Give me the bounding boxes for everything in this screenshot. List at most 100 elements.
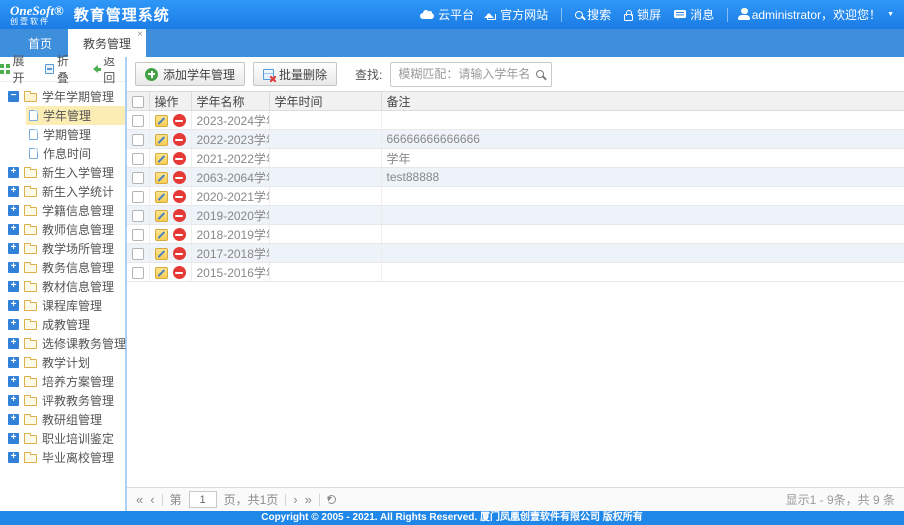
row-checkbox[interactable]: [132, 115, 144, 127]
next-page-button[interactable]: ›: [293, 493, 297, 506]
sidebar-item-teacher-info-mgmt[interactable]: + 教师信息管理: [0, 220, 125, 239]
table-row[interactable]: 2019-2020学年: [127, 206, 904, 225]
delete-icon[interactable]: [173, 152, 186, 165]
expand-icon[interactable]: +: [8, 414, 19, 425]
menu-item-lock-screen[interactable]: 锁屏: [624, 6, 661, 23]
add-school-year-button[interactable]: 添加学年管理: [135, 62, 245, 86]
expand-icon[interactable]: +: [8, 167, 19, 178]
close-icon[interactable]: ×: [137, 30, 143, 40]
expand-icon[interactable]: +: [8, 262, 19, 273]
row-checkbox[interactable]: [132, 248, 144, 260]
edit-icon[interactable]: [155, 172, 168, 184]
table-row[interactable]: 2020-2021学年: [127, 187, 904, 206]
sidebar-item-course-library-mgmt[interactable]: + 课程库管理: [0, 296, 125, 315]
app-logo[interactable]: OneSoft® 创壹软件: [10, 4, 64, 26]
remark-cell: [381, 187, 904, 206]
edit-icon[interactable]: [155, 134, 168, 146]
edit-icon[interactable]: [155, 248, 168, 260]
collapse-all-button[interactable]: 折叠: [45, 52, 79, 86]
page-number-input[interactable]: [189, 491, 217, 508]
sidebar-item-daily-schedule[interactable]: 作息时间: [26, 144, 125, 163]
expand-icon[interactable]: +: [8, 433, 19, 444]
expand-icon[interactable]: +: [8, 376, 19, 387]
back-button[interactable]: 返回: [89, 52, 125, 86]
sidebar-item-academic-info-mgmt[interactable]: + 教务信息管理: [0, 258, 125, 277]
sidebar-item-training-program-mgmt[interactable]: + 培养方案管理: [0, 372, 125, 391]
delete-icon[interactable]: [173, 247, 186, 260]
pagination-bar: « ‹ 第 页，共1页 › » 显示1 - 9条，共 9 条: [127, 487, 904, 511]
delete-icon[interactable]: [173, 171, 186, 184]
sidebar-item-freshman-enroll-stats[interactable]: + 新生入学统计: [0, 182, 125, 201]
table-row[interactable]: 2015-2016学年: [127, 263, 904, 282]
row-checkbox[interactable]: [132, 134, 144, 146]
row-checkbox[interactable]: [132, 229, 144, 241]
batch-delete-button[interactable]: 批量删除: [253, 62, 337, 86]
expand-all-button[interactable]: 展开: [0, 52, 34, 86]
folder-icon: [24, 302, 37, 311]
menu-item-search[interactable]: 搜索: [575, 6, 611, 23]
row-checkbox[interactable]: [132, 153, 144, 165]
expand-icon[interactable]: +: [8, 186, 19, 197]
edit-icon[interactable]: [155, 210, 168, 222]
expand-icon[interactable]: +: [8, 205, 19, 216]
user-menu[interactable]: administrator，欢迎您！ ▼: [741, 6, 894, 23]
table-row[interactable]: 2018-2019学年: [127, 225, 904, 244]
expand-icon[interactable]: +: [8, 357, 19, 368]
expand-icon[interactable]: +: [8, 338, 19, 349]
edit-icon[interactable]: [155, 229, 168, 241]
sidebar-item-teaching-plan[interactable]: + 教学计划: [0, 353, 125, 372]
menu-item-official-site[interactable]: 官方网站: [487, 6, 548, 23]
edit-icon[interactable]: [155, 115, 168, 127]
sidebar-item-graduation-mgmt[interactable]: + 毕业离校管理: [0, 448, 125, 467]
table-row[interactable]: 2063-2064学年 test88888: [127, 168, 904, 187]
sidebar-item-student-status-mgmt[interactable]: + 学籍信息管理: [0, 201, 125, 220]
last-page-button[interactable]: »: [305, 493, 312, 506]
refresh-icon[interactable]: [327, 495, 336, 504]
prev-page-button[interactable]: ‹: [150, 493, 154, 506]
sidebar-item-year-mgmt[interactable]: 学年管理: [26, 106, 125, 125]
table-row[interactable]: 2022-2023学年 66666666666666: [127, 130, 904, 149]
delete-icon[interactable]: [173, 209, 186, 222]
row-checkbox[interactable]: [132, 172, 144, 184]
search-input[interactable]: [398, 67, 531, 81]
delete-icon[interactable]: [173, 266, 186, 279]
sidebar-item-vocational-training[interactable]: + 职业培训鉴定: [0, 429, 125, 448]
sidebar-item-textbook-info-mgmt[interactable]: + 教材信息管理: [0, 277, 125, 296]
sidebar-item-teaching-place-mgmt[interactable]: + 教学场所管理: [0, 239, 125, 258]
tab-academic-affairs[interactable]: 教务管理 ×: [68, 29, 146, 57]
expand-icon[interactable]: +: [8, 281, 19, 292]
row-checkbox[interactable]: [132, 210, 144, 222]
table-row[interactable]: 2023-2024学年: [127, 111, 904, 130]
expand-icon[interactable]: +: [8, 395, 19, 406]
delete-icon[interactable]: [173, 190, 186, 203]
search-icon[interactable]: [536, 70, 544, 78]
menu-item-messages[interactable]: 消息: [674, 6, 714, 23]
edit-icon[interactable]: [155, 153, 168, 165]
delete-icon[interactable]: [173, 133, 186, 146]
row-checkbox[interactable]: [132, 191, 144, 203]
expand-icon[interactable]: +: [8, 224, 19, 235]
edit-icon[interactable]: [155, 267, 168, 279]
sidebar-item-eval-affairs-mgmt[interactable]: + 评教教务管理: [0, 391, 125, 410]
menu-item-cloud[interactable]: 云平台: [420, 6, 474, 23]
plus-circle-icon: [145, 68, 158, 81]
delete-icon[interactable]: [173, 228, 186, 241]
expand-icon[interactable]: +: [8, 319, 19, 330]
expand-icon[interactable]: +: [8, 452, 19, 463]
edit-icon[interactable]: [155, 191, 168, 203]
sidebar-item-teaching-group-mgmt[interactable]: + 教研组管理: [0, 410, 125, 429]
table-row[interactable]: 2017-2018学年: [127, 244, 904, 263]
first-page-button[interactable]: «: [136, 493, 143, 506]
sidebar-item-elective-affairs-mgmt[interactable]: + 选修课教务管理: [0, 334, 125, 353]
sidebar-item-term-mgmt[interactable]: 学期管理: [26, 125, 125, 144]
row-checkbox[interactable]: [132, 267, 144, 279]
sidebar-item-year-term-mgmt[interactable]: − 学年学期管理: [0, 87, 125, 106]
expand-icon[interactable]: +: [8, 300, 19, 311]
collapse-icon[interactable]: −: [8, 91, 19, 102]
expand-icon[interactable]: +: [8, 243, 19, 254]
table-row[interactable]: 2021-2022学年 学年: [127, 149, 904, 168]
select-all-checkbox[interactable]: [132, 96, 144, 108]
delete-icon[interactable]: [173, 114, 186, 127]
sidebar-item-adult-edu-mgmt[interactable]: + 成教管理: [0, 315, 125, 334]
sidebar-item-freshman-enroll-mgmt[interactable]: + 新生入学管理: [0, 163, 125, 182]
